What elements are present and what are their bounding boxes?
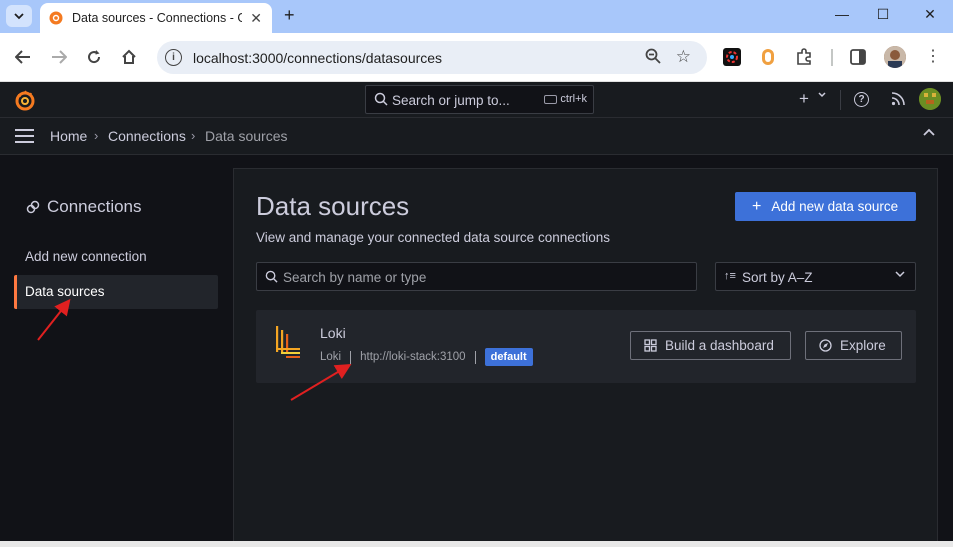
- arrow-left-icon: [15, 50, 30, 64]
- nav-item-data-sources[interactable]: Data sources: [14, 275, 218, 309]
- data-source-search-input[interactable]: Search by name or type: [256, 262, 697, 291]
- data-source-name[interactable]: Loki: [320, 325, 346, 341]
- browser-menu-icon[interactable]: ⋮: [925, 46, 941, 66]
- minimize-button[interactable]: —: [832, 6, 852, 22]
- global-search-placeholder: Search or jump to...: [392, 93, 510, 108]
- background-window-edge: [0, 541, 953, 547]
- bookmark-star-icon[interactable]: ☆: [676, 47, 691, 67]
- plus-icon: +: [752, 197, 762, 215]
- forward-button[interactable]: [48, 46, 70, 68]
- section-nav: Connections Add new connection Data sour…: [0, 155, 232, 547]
- explore-button[interactable]: Explore: [805, 331, 902, 360]
- page-title: Data sources: [256, 191, 410, 221]
- explore-label: Explore: [840, 338, 886, 353]
- reload-button[interactable]: [83, 46, 105, 68]
- tab-search-button[interactable]: [6, 5, 32, 27]
- grafana-logo-icon[interactable]: [14, 89, 36, 111]
- breadcrumb-separator-icon: ›: [94, 128, 99, 143]
- site-info-icon[interactable]: i: [165, 49, 182, 66]
- tab-close-icon[interactable]: ✕: [250, 10, 262, 27]
- zoom-icon[interactable]: [645, 48, 661, 64]
- grafana-topbar: Search or jump to... ctrl+k + ?: [0, 82, 953, 118]
- maximize-button[interactable]: ☐: [873, 6, 893, 23]
- build-dashboard-button[interactable]: Build a dashboard: [630, 331, 791, 360]
- back-button[interactable]: [12, 46, 34, 68]
- section-nav-title: Connections: [47, 197, 142, 216]
- reload-icon: [88, 50, 101, 64]
- compass-icon: [819, 339, 832, 352]
- default-badge: default: [484, 348, 533, 366]
- address-url[interactable]: localhost:3000/connections/datasources: [193, 50, 442, 66]
- data-source-url: http://loki-stack:3100: [360, 351, 466, 363]
- breadcrumb-home[interactable]: Home: [50, 128, 87, 144]
- breadcrumb-bar: Home › Connections › Data sources: [0, 118, 953, 155]
- nav-item-add-new-connection[interactable]: Add new connection: [14, 240, 218, 274]
- data-source-type: Loki: [320, 351, 342, 363]
- help-icon[interactable]: ?: [854, 92, 869, 107]
- breadcrumb-connections[interactable]: Connections: [108, 128, 186, 144]
- browser-toolbar: i localhost:3000/connections/datasources…: [0, 33, 953, 82]
- home-icon: [122, 49, 136, 64]
- extensions-puzzle-icon[interactable]: [795, 48, 813, 66]
- chevron-down-icon: [14, 12, 24, 19]
- keyboard-shortcut-hint: ctrl+k: [544, 93, 587, 105]
- search-icon: [374, 92, 388, 106]
- browser-tab-active[interactable]: Data sources - Connections - G ✕: [40, 3, 272, 33]
- connections-icon: [26, 200, 40, 214]
- side-panel-icon[interactable]: [849, 48, 867, 66]
- grafana-favicon-icon: [49, 11, 63, 25]
- toolbar-divider: [831, 49, 833, 66]
- user-avatar-icon: [919, 88, 941, 110]
- loki-logo-icon: [276, 326, 300, 358]
- arrow-right-icon: [52, 50, 67, 64]
- menu-toggle-icon[interactable]: [15, 129, 34, 143]
- shortcut-text: ctrl+k: [560, 93, 587, 105]
- keyboard-icon: [544, 94, 558, 104]
- breadcrumb-separator-icon: ›: [191, 128, 196, 143]
- extension-cookie-icon[interactable]: [759, 48, 777, 66]
- profile-avatar[interactable]: [884, 46, 906, 68]
- breadcrumb-current: Data sources: [205, 128, 288, 144]
- data-source-card-loki[interactable]: Loki Loki http://loki-stack:3100 default…: [256, 310, 916, 383]
- sort-select[interactable]: ↑≡ Sort by A–Z: [715, 262, 916, 291]
- add-new-data-source-button[interactable]: + Add new data source: [735, 192, 916, 221]
- data-source-search-placeholder: Search by name or type: [283, 270, 427, 285]
- meta-divider: [350, 350, 352, 364]
- data-source-meta: Loki http://loki-stack:3100 default: [320, 348, 533, 366]
- news-rss-icon[interactable]: [891, 92, 905, 106]
- chevron-down-icon: [895, 271, 905, 278]
- tab-title: Data sources - Connections - G: [72, 11, 242, 25]
- chevron-up-icon[interactable]: [923, 128, 935, 136]
- close-window-button[interactable]: ✕: [920, 6, 940, 23]
- search-icon: [265, 270, 278, 283]
- sort-icon: ↑≡: [724, 270, 736, 282]
- user-avatar[interactable]: [919, 88, 941, 110]
- new-tab-button[interactable]: +: [284, 5, 295, 26]
- topbar-divider: [840, 90, 841, 110]
- browser-tabstrip: Data sources - Connections - G ✕ + — ☐ ✕: [0, 0, 953, 33]
- sort-selected-value: Sort by A–Z: [742, 270, 813, 285]
- data-sources-page: Data sources View and manage your connec…: [233, 168, 938, 547]
- global-search-input[interactable]: Search or jump to... ctrl+k: [365, 85, 594, 114]
- profile-photo-icon: [884, 46, 906, 68]
- meta-divider: [474, 350, 476, 364]
- new-menu-button[interactable]: +: [799, 89, 809, 109]
- home-button[interactable]: [118, 46, 140, 68]
- extension-color-icon[interactable]: [723, 48, 741, 66]
- address-bar[interactable]: i localhost:3000/connections/datasources…: [157, 41, 707, 74]
- build-dashboard-label: Build a dashboard: [665, 338, 774, 353]
- page-subtitle: View and manage your connected data sour…: [256, 230, 610, 245]
- chevron-down-icon[interactable]: [818, 92, 826, 98]
- apps-grid-icon: [644, 339, 657, 352]
- add-new-data-source-label: Add new data source: [771, 199, 899, 214]
